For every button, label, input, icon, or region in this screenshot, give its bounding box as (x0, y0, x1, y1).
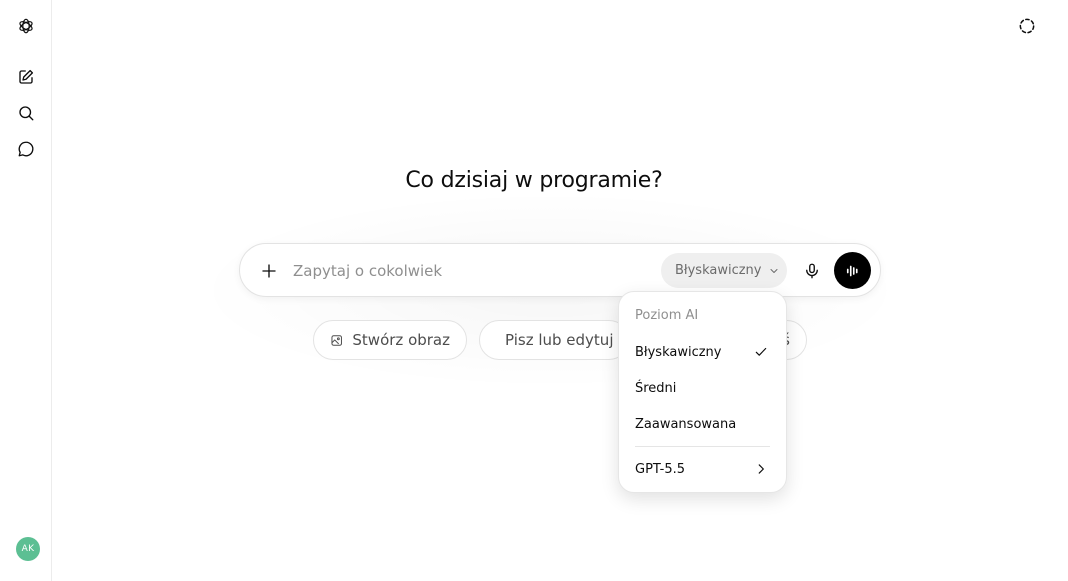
chip-label: Stwórz obraz (352, 331, 450, 349)
sidebar: AK (0, 0, 52, 581)
dropdown-divider (635, 446, 770, 447)
image-icon (331, 334, 342, 346)
write-or-edit-chip[interactable]: Pisz lub edytuj (479, 320, 629, 360)
logo-icon (19, 18, 33, 34)
prompt-input[interactable] (293, 258, 643, 284)
model-selector-label: Błyskawiczny (675, 263, 762, 278)
temporary-chat-icon (1019, 18, 1035, 34)
chevron-right-icon (758, 464, 764, 474)
dictate-button[interactable] (797, 256, 827, 286)
new-chat-button[interactable] (8, 59, 44, 95)
model-dropdown: Poziom AI Błyskawiczny Średni Zaawansowa… (618, 291, 787, 493)
plus-icon (262, 264, 276, 278)
model-selector-button[interactable]: Błyskawiczny (661, 253, 787, 288)
search-button[interactable] (8, 95, 44, 131)
voice-waveform-icon (846, 265, 858, 276)
dropdown-item-advanced[interactable]: Zaawansowana (625, 408, 782, 440)
dropdown-item-instant[interactable]: Błyskawiczny (625, 336, 782, 368)
dropdown-item-model-submenu[interactable]: GPT-5.5 (625, 453, 782, 485)
create-image-chip[interactable]: Stwórz obraz (313, 320, 467, 360)
search-icon (19, 106, 34, 121)
voice-mode-button[interactable] (834, 252, 871, 289)
attach-button[interactable] (254, 256, 284, 286)
dropdown-item-label: GPT-5.5 (635, 461, 686, 477)
chevron-down-icon (770, 268, 777, 273)
chats-button[interactable] (8, 131, 44, 167)
dropdown-header: Poziom AI (635, 308, 699, 323)
dropdown-item-label: Średni (635, 380, 677, 396)
checkmark-icon (755, 347, 767, 356)
microphone-icon (806, 263, 818, 279)
dropdown-item-label: Błyskawiczny (635, 344, 722, 360)
logo-button[interactable] (8, 8, 44, 44)
composer: Błyskawiczny (239, 243, 881, 297)
new-chat-icon (19, 69, 34, 84)
chip-label: Pisz lub edytuj (505, 331, 614, 349)
dropdown-item-label: Zaawansowana (635, 416, 737, 432)
dropdown-item-medium[interactable]: Średni (625, 372, 782, 404)
chats-icon (18, 141, 34, 157)
temporary-chat-button[interactable] (1012, 11, 1042, 41)
user-avatar[interactable]: AK (16, 537, 40, 561)
page-title: Co dzisiaj w programie? (405, 168, 663, 193)
